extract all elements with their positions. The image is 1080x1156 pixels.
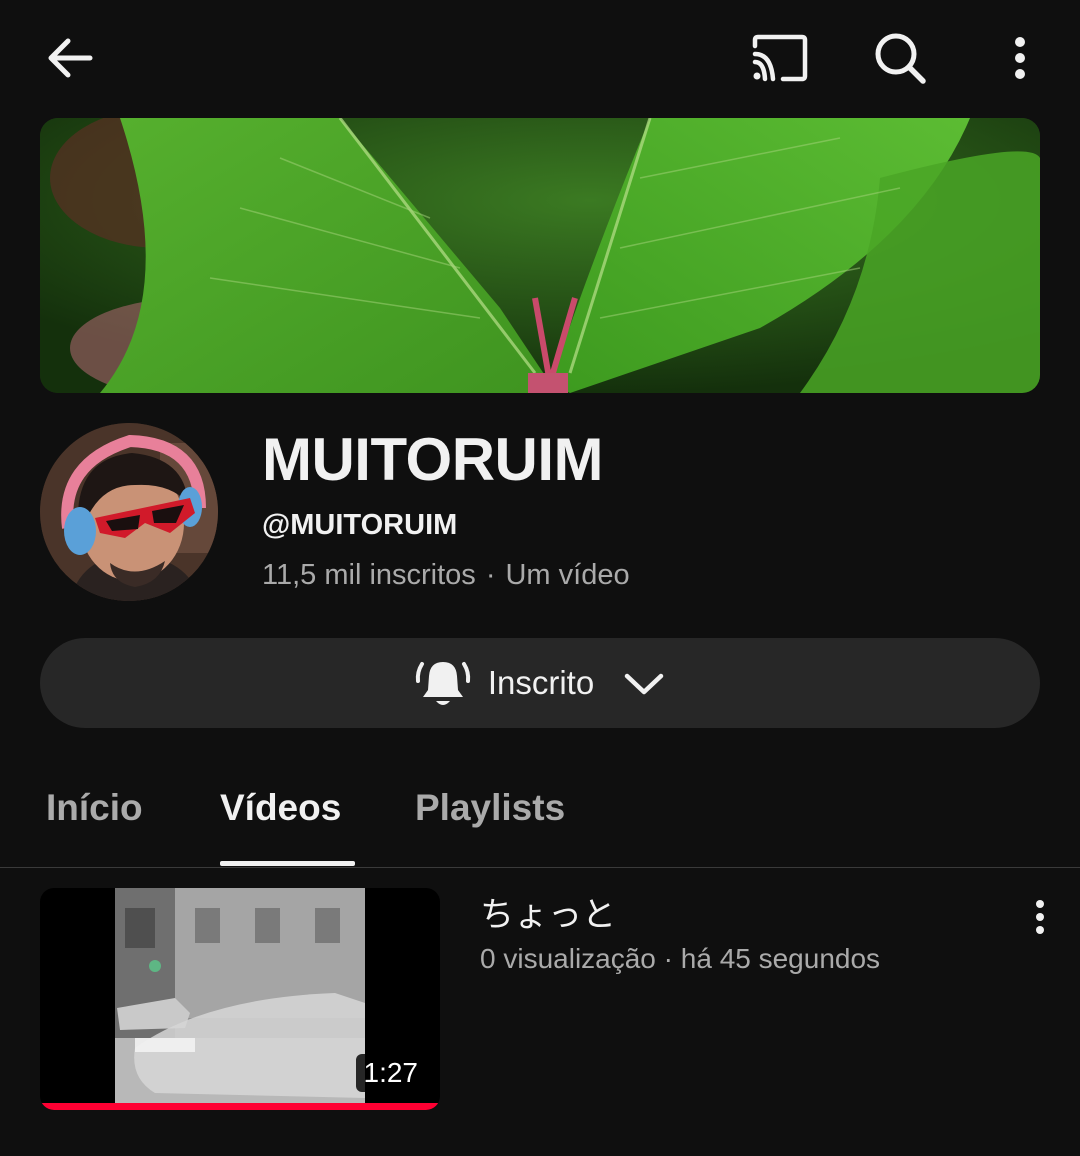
subscribed-label: Inscrito <box>487 664 595 701</box>
channel-tabs: Início Vídeos Playlists <box>0 760 1080 868</box>
view-count: 0 visualização <box>480 943 656 974</box>
video-title[interactable]: ちょっと <box>480 894 616 936</box>
channel-stats[interactable]: 11,5 mil inscritos · Um vídeo <box>262 558 630 592</box>
arrow-left-icon <box>48 38 93 78</box>
channel-name: MUITORUIM <box>262 426 604 493</box>
channel-avatar[interactable] <box>40 423 218 601</box>
upload-age: há 45 segundos <box>680 943 881 974</box>
active-tab-indicator <box>220 861 355 866</box>
stats-separator: · <box>485 559 496 591</box>
video-thumbnail[interactable]: 1:27 <box>40 888 440 1110</box>
more-vertical-icon <box>1015 37 1025 79</box>
video-list-item[interactable]: 1:27 ちょっと 0 visualização · há 45 segundo… <box>0 880 1080 1120</box>
avatar-image <box>40 423 218 601</box>
meta-separator: · <box>663 943 673 974</box>
video-meta: 0 visualização · há 45 segundos <box>480 942 880 976</box>
banner-leaves-image <box>40 118 1040 393</box>
video-duration: 1:27 <box>355 1054 426 1092</box>
tab-inicio[interactable]: Início <box>46 786 143 830</box>
more-vertical-icon <box>1036 900 1044 934</box>
search-button[interactable] <box>860 22 940 94</box>
channel-banner[interactable] <box>40 118 1040 393</box>
thumbnail-image <box>115 888 365 1110</box>
tab-playlists[interactable]: Playlists <box>415 786 565 830</box>
chevron-down-icon <box>624 673 664 695</box>
watch-progress-bar <box>40 1103 440 1110</box>
search-icon <box>875 33 926 84</box>
cast-icon <box>752 34 808 82</box>
video-more-button[interactable] <box>1020 892 1060 942</box>
subscribed-button[interactable]: Inscrito <box>40 638 1040 728</box>
video-count: Um vídeo <box>505 559 630 591</box>
more-options-button[interactable] <box>990 22 1050 94</box>
channel-handle: @MUITORUIM <box>262 509 458 541</box>
cast-button[interactable] <box>740 22 820 94</box>
tab-videos[interactable]: Vídeos <box>220 786 341 830</box>
top-app-bar <box>0 0 1080 116</box>
subscriber-count: 11,5 mil inscritos <box>262 559 476 591</box>
bell-ringing-icon <box>415 662 470 705</box>
back-button[interactable] <box>30 22 110 94</box>
